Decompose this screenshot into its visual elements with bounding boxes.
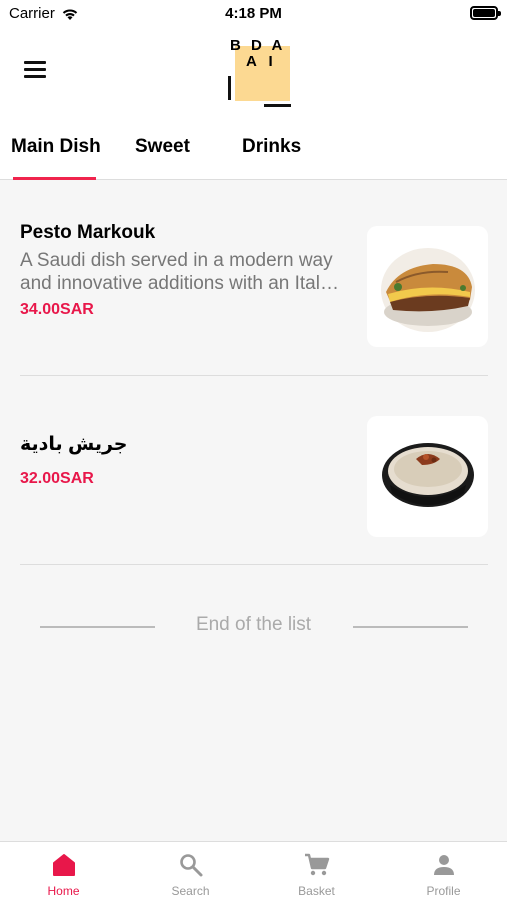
brand-logo: B D A A I — [226, 37, 298, 109]
person-icon — [433, 855, 454, 875]
status-bar: Carrier 4:18 PM — [0, 0, 507, 28]
logo-text-row1: B D A — [230, 37, 283, 54]
active-tab-indicator — [13, 177, 96, 180]
battery-icon — [470, 6, 501, 20]
nav-basket[interactable]: Basket — [253, 842, 380, 900]
bottom-navigation: Home Search Basket Profile — [0, 841, 507, 900]
category-tabs: Main Dish Sweet Drinks — [0, 128, 507, 180]
end-of-list: End of the list — [0, 614, 507, 638]
nav-home[interactable]: Home — [0, 842, 127, 900]
menu-item[interactable]: Pesto Markouk A Saudi dish served in a m… — [20, 222, 488, 352]
tab-sweet[interactable]: Sweet — [135, 136, 190, 158]
status-time: 4:18 PM — [225, 5, 282, 22]
jareesh-bowl-image — [367, 416, 488, 537]
menu-item[interactable]: جريش بادية 32.00SAR — [20, 416, 488, 553]
nav-profile-label: Profile — [426, 884, 461, 898]
tab-main-dish[interactable]: Main Dish — [11, 136, 101, 158]
menu-icon[interactable] — [24, 61, 46, 79]
nav-search-label: Search — [171, 884, 210, 898]
item-divider — [20, 375, 488, 376]
nav-profile[interactable]: Profile — [380, 842, 507, 900]
app-header: B D A A I — [0, 28, 507, 128]
tab-drinks[interactable]: Drinks — [242, 136, 301, 158]
cart-icon — [304, 853, 329, 876]
nav-basket-label: Basket — [298, 884, 335, 898]
nav-home-label: Home — [47, 884, 80, 898]
logo-text-row2: A I — [246, 53, 273, 70]
sandwich-image — [367, 226, 488, 347]
item-description: A Saudi dish served in a modern way and … — [20, 250, 339, 294]
home-icon — [52, 854, 75, 876]
search-icon — [179, 854, 202, 877]
nav-search[interactable]: Search — [127, 842, 254, 900]
end-of-list-text: End of the list — [195, 614, 312, 635]
item-divider — [20, 564, 488, 565]
